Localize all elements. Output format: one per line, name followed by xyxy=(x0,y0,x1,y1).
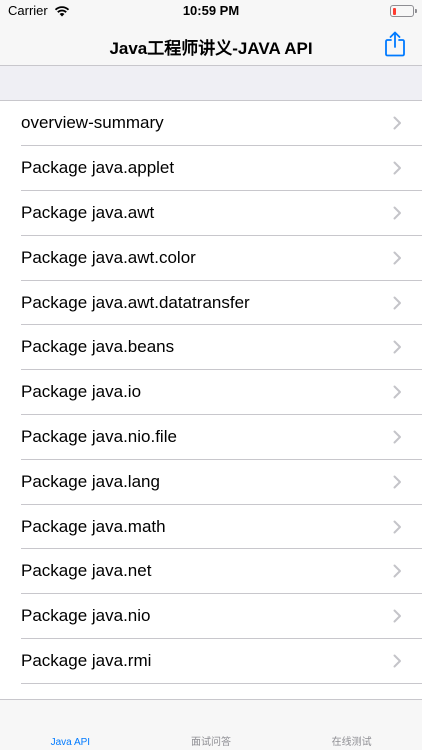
chevron-right-icon xyxy=(393,520,401,534)
list-item-label: overview-summary xyxy=(21,113,164,133)
list-item[interactable]: Package java.net xyxy=(0,549,422,594)
list-item-label: Package java.awt xyxy=(21,202,155,222)
tab-label: Java API xyxy=(50,737,91,748)
chevron-right-icon xyxy=(393,206,401,220)
list-item[interactable]: Package java.beans xyxy=(0,325,422,370)
list-item[interactable]: Package java.nio.file xyxy=(0,415,422,460)
list-item[interactable]: Package java.awt.datatransfer xyxy=(0,280,422,325)
tab-0[interactable]: Java API xyxy=(0,700,141,750)
list-item[interactable]: Package java.awt.color xyxy=(0,235,422,280)
section-header-gap xyxy=(0,66,422,101)
chevron-right-icon xyxy=(393,385,401,399)
list-item-label: Package java.applet xyxy=(21,158,175,178)
status-time: 10:59 PM xyxy=(182,3,240,18)
list-item[interactable]: Package java.nio xyxy=(0,594,422,639)
chevron-right-icon xyxy=(393,340,401,354)
chevron-right-icon xyxy=(393,430,401,444)
tab-bar: Java API 面试问答 在线测试 xyxy=(0,699,422,750)
share-icon xyxy=(385,31,405,57)
chevron-right-icon xyxy=(393,116,401,130)
list-item[interactable]: Package java.awt xyxy=(0,191,422,236)
chevron-right-icon xyxy=(393,296,401,310)
page-title: Java工程师讲义-JAVA API xyxy=(109,39,313,58)
chevron-right-icon xyxy=(393,475,401,489)
list-item-label: Package java.awt.datatransfer xyxy=(21,292,250,312)
list-item-label: Package java.lang xyxy=(21,471,160,491)
list-item[interactable]: Package java.io xyxy=(0,370,422,415)
api-package-list[interactable]: overview-summary Package java.applet Packa… xyxy=(0,101,422,699)
list-item-label: Package java.math xyxy=(21,516,166,536)
tab-2[interactable]: 在线测试 xyxy=(281,700,422,750)
status-bar: Carrier 10:59 PM xyxy=(0,0,422,22)
navigation-bar: Java工程师讲义-JAVA API xyxy=(0,22,422,66)
chevron-right-icon xyxy=(393,564,401,578)
chevron-right-icon xyxy=(393,251,401,265)
battery-level xyxy=(392,7,396,15)
list-item-label: Package java.net xyxy=(21,561,152,581)
chevron-right-icon xyxy=(393,161,401,175)
list-item[interactable]: Package java.lang xyxy=(0,459,422,504)
battery-icon xyxy=(390,5,417,17)
list-item-label: Package java.rmi xyxy=(21,650,152,670)
list-item-label: Package java.nio.file xyxy=(21,426,177,446)
list-item[interactable]: Package java.applet xyxy=(0,146,422,191)
tab-label: 面试问答 xyxy=(191,737,231,748)
list-item[interactable]: Package java.math xyxy=(0,504,422,549)
tab-label: 在线测试 xyxy=(331,737,372,748)
list-item[interactable]: Package java.rmi xyxy=(0,639,422,684)
tab-1[interactable]: 面试问答 xyxy=(141,700,282,750)
chevron-right-icon xyxy=(393,609,401,623)
list-item-label: Package java.nio xyxy=(21,606,151,626)
list-item-label: Package java.awt.color xyxy=(21,247,196,267)
list-item-label: Package java.beans xyxy=(21,337,175,357)
list-item[interactable]: overview-summary xyxy=(0,101,422,146)
chevron-right-icon xyxy=(393,654,401,668)
share-button[interactable] xyxy=(380,28,410,60)
list-item-label: Package java.io xyxy=(21,382,142,402)
